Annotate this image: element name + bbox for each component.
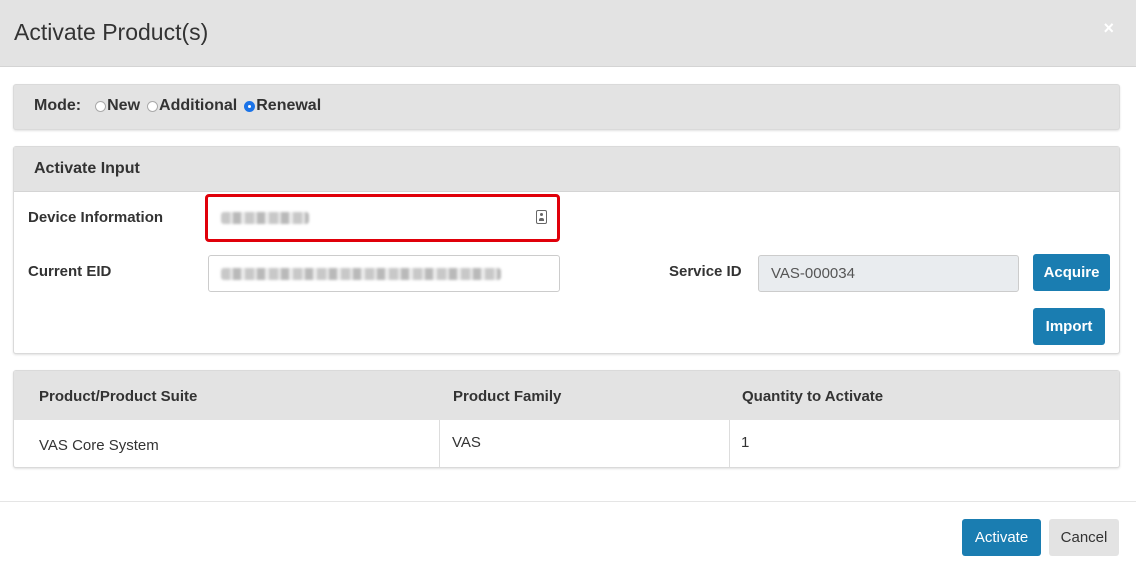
- activate-button[interactable]: Activate: [962, 519, 1041, 556]
- mode-option-renewal-label: Renewal: [256, 97, 322, 114]
- radio-additional[interactable]: [147, 100, 159, 112]
- mode-option-additional[interactable]: Additional: [147, 97, 237, 115]
- modal-title: Activate Product(s): [14, 19, 209, 45]
- activate-input-title: Activate Input: [34, 160, 140, 177]
- column-divider: [439, 420, 440, 467]
- modal-header: Activate Product(s) ×: [0, 0, 1136, 67]
- mode-option-new-label: New: [107, 97, 141, 114]
- column-header-quantity[interactable]: Quantity to Activate: [742, 388, 883, 405]
- current-eid-input[interactable]: [208, 255, 560, 292]
- mode-label: Mode:: [34, 97, 82, 114]
- activate-input-header: Activate Input: [14, 147, 1119, 192]
- mode-option-additional-label: Additional: [159, 97, 238, 114]
- close-icon[interactable]: ×: [1103, 18, 1114, 39]
- mode-panel: Mode: New Additional Renewal: [13, 84, 1120, 130]
- contact-card-icon[interactable]: [536, 210, 547, 224]
- radio-renewal[interactable]: [244, 100, 256, 112]
- table-row[interactable]: VAS Core System VAS 1: [14, 420, 1119, 467]
- column-header-product-family[interactable]: Product Family: [453, 388, 561, 405]
- mode-selector: Mode: New Additional Renewal: [34, 97, 328, 115]
- acquire-button[interactable]: Acquire: [1033, 254, 1110, 291]
- service-id-label: Service ID: [669, 263, 742, 280]
- footer-divider: [0, 501, 1136, 502]
- activate-input-panel: Activate Input Device Information Curren…: [13, 146, 1120, 354]
- mode-option-renewal[interactable]: Renewal: [244, 97, 321, 115]
- service-id-input: VAS-000034: [758, 255, 1019, 292]
- table-header-row: Product/Product Suite Product Family Qua…: [14, 371, 1119, 420]
- cell-product-family-text: VAS: [452, 434, 481, 451]
- device-information-value-redacted: [221, 211, 309, 224]
- cell-product-suite-text: VAS Core System: [39, 437, 159, 454]
- column-divider: [729, 420, 730, 467]
- radio-new[interactable]: [95, 100, 107, 112]
- product-table: Product/Product Suite Product Family Qua…: [13, 370, 1120, 468]
- current-eid-label: Current EID: [28, 263, 112, 280]
- import-button[interactable]: Import: [1033, 308, 1105, 345]
- device-information-input[interactable]: [209, 199, 556, 236]
- current-eid-value-redacted: [221, 267, 501, 280]
- column-header-product-suite[interactable]: Product/Product Suite: [39, 388, 197, 405]
- mode-option-new[interactable]: New: [95, 97, 140, 115]
- device-information-label: Device Information: [28, 209, 164, 226]
- cell-quantity-text: 1: [741, 434, 750, 451]
- cancel-button[interactable]: Cancel: [1049, 519, 1119, 556]
